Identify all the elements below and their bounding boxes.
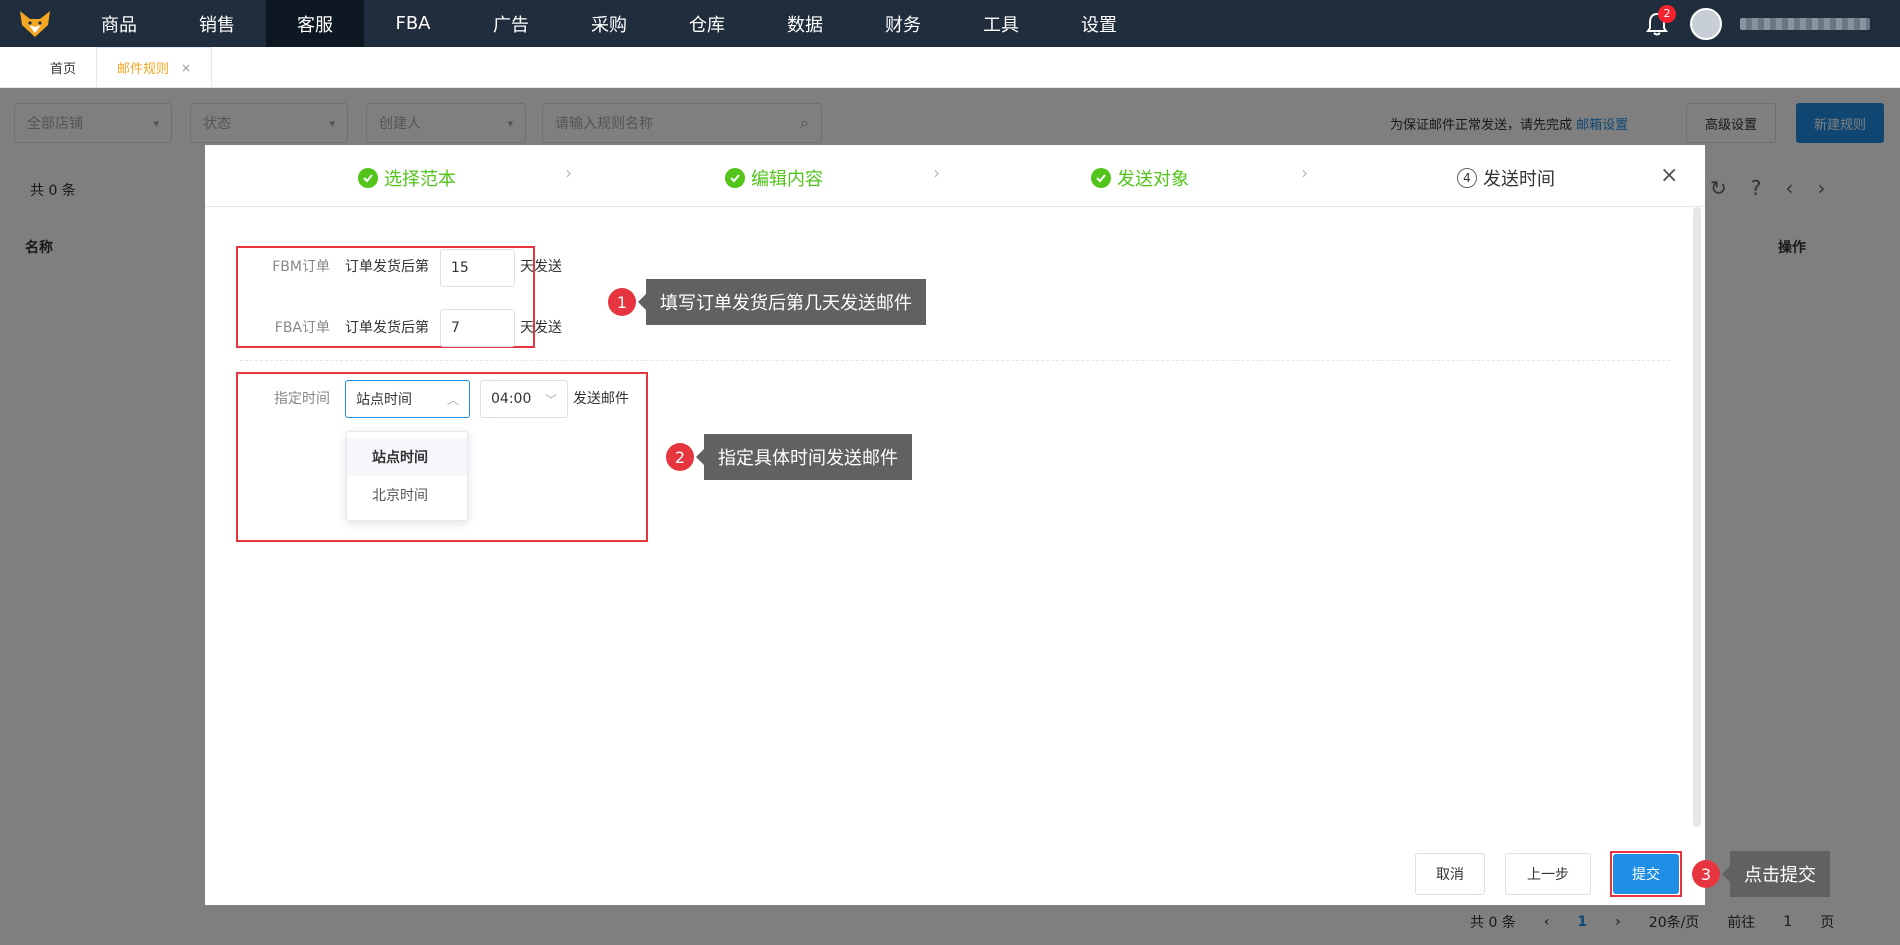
nav-item-purchase[interactable]: 采购 <box>560 0 658 47</box>
timezone-option-beijing[interactable]: 北京时间 <box>347 476 467 514</box>
cancel-button[interactable]: 取消 <box>1415 853 1485 895</box>
fbm-order-label: FBM订单 <box>272 259 330 275</box>
annotation-tip: 填写订单发货后第几天发送邮件 <box>638 279 926 325</box>
nav-item-settings[interactable]: 设置 <box>1050 0 1148 47</box>
step-arrow-icon: › <box>565 163 573 184</box>
tab-email-rules-label: 邮件规则 <box>117 62 170 77</box>
tab-email-rules[interactable]: 邮件规则 × <box>96 47 213 87</box>
fbm-days-input[interactable]: 15 <box>440 249 515 287</box>
timezone-option-site[interactable]: 站点时间 <box>347 438 467 476</box>
submit-button[interactable]: 提交 <box>1613 854 1679 894</box>
tab-home[interactable]: 首页 <box>30 47 96 87</box>
step-send-time[interactable]: 4 发送时间 <box>1457 165 1555 191</box>
timezone-select-value: 站点时间 <box>356 392 412 408</box>
annotation-number: 3 <box>1692 860 1720 888</box>
user-avatar[interactable] <box>1690 7 1722 40</box>
fbm-suffix-text: 天发送 <box>520 259 562 275</box>
specify-time-label: 指定时间 <box>274 391 330 407</box>
username-blurred[interactable] <box>1740 17 1870 30</box>
timezone-select[interactable]: 站点时间 ︿ <box>345 380 470 418</box>
step-label: 选择范本 <box>384 169 456 190</box>
notification-bell-icon[interactable]: 2 <box>1642 4 1676 39</box>
main-nav: 商品 销售 客服 FBA 广告 采购 仓库 数据 财务 工具 设置 <box>70 0 1148 47</box>
nav-item-finance[interactable]: 财务 <box>854 0 952 47</box>
chevron-up-icon: ︿ <box>446 392 459 407</box>
step-number: 4 <box>1457 168 1477 188</box>
send-time-select[interactable]: 04:00 ﹀ <box>480 380 568 418</box>
top-navbar: 商品 销售 客服 FBA 广告 采购 仓库 数据 财务 工具 设置 2 <box>0 0 1900 47</box>
step-select-template[interactable]: 选择范本 <box>358 165 456 191</box>
nav-item-warehouse[interactable]: 仓库 <box>658 0 756 47</box>
step-label: 发送对象 <box>1117 169 1189 190</box>
step-send-target[interactable]: 发送对象 <box>1091 165 1189 191</box>
nav-item-ads[interactable]: 广告 <box>462 0 560 47</box>
step-label: 发送时间 <box>1483 169 1555 190</box>
check-circle-icon <box>725 168 745 188</box>
step-arrow-icon: › <box>933 163 941 184</box>
send-email-suffix: 发送邮件 <box>573 391 629 407</box>
fbm-prefix-text: 订单发货后第 <box>345 259 429 275</box>
annotation-callout-2: 2 指定具体时间发送邮件 <box>666 434 912 480</box>
nav-item-tools[interactable]: 工具 <box>952 0 1050 47</box>
annotation-callout-1: 1 填写订单发货后第几天发送邮件 <box>608 279 926 325</box>
email-rule-modal: 选择范本 › 编辑内容 › 发送对象 › 4 发送时间 × FBM订单 订单发货… <box>205 145 1705 905</box>
chevron-down-icon: ﹀ <box>544 392 557 407</box>
send-time-value: 04:00 <box>491 391 532 407</box>
step-label: 编辑内容 <box>751 169 823 190</box>
wizard-steps: 选择范本 › 编辑内容 › 发送对象 › 4 发送时间 × <box>205 145 1705 207</box>
modal-scrollbar[interactable] <box>1693 207 1701 827</box>
nav-item-data[interactable]: 数据 <box>756 0 854 47</box>
close-icon[interactable]: × <box>1660 163 1678 188</box>
nav-item-products[interactable]: 商品 <box>70 0 168 47</box>
annotation-tip: 点击提交 <box>1722 851 1830 897</box>
fba-prefix-text: 订单发货后第 <box>345 320 429 336</box>
previous-step-button[interactable]: 上一步 <box>1505 853 1591 895</box>
check-circle-icon <box>1091 168 1111 188</box>
fba-suffix-text: 天发送 <box>520 320 562 336</box>
annotation-tip: 指定具体时间发送邮件 <box>696 434 912 480</box>
fba-order-label: FBA订单 <box>274 320 330 336</box>
annotation-callout-3: 3 点击提交 <box>1692 851 1830 897</box>
step-arrow-icon: › <box>1301 163 1309 184</box>
page-tabs-bar: 首页 邮件规则 × <box>0 47 1900 88</box>
nav-item-sales[interactable]: 销售 <box>168 0 266 47</box>
timezone-dropdown: 站点时间 北京时间 <box>346 431 468 521</box>
nav-item-customer-service[interactable]: 客服 <box>266 0 364 47</box>
fox-logo-icon[interactable] <box>0 0 70 47</box>
top-right-area: 2 <box>1642 0 1870 47</box>
notification-badge: 2 <box>1658 4 1676 23</box>
close-tab-icon[interactable]: × <box>181 61 191 75</box>
check-circle-icon <box>358 168 378 188</box>
fba-days-input[interactable]: 7 <box>440 309 515 347</box>
step-edit-content[interactable]: 编辑内容 <box>725 165 823 191</box>
section-divider <box>240 360 1670 361</box>
annotation-number: 1 <box>608 288 636 316</box>
nav-item-fba[interactable]: FBA <box>364 0 462 47</box>
annotation-number: 2 <box>666 443 694 471</box>
